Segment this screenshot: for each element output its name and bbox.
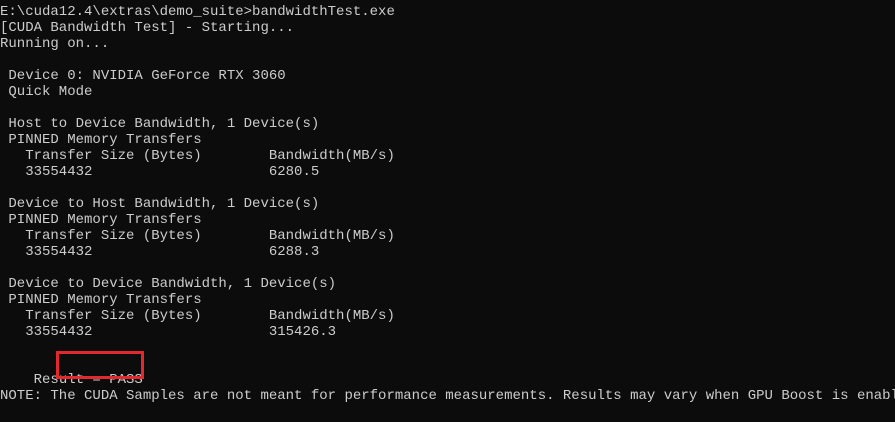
result-highlight-box [56,351,144,379]
table-row: 33554432 6288.3 [0,244,320,260]
running-line: Running on... [0,36,110,52]
note-line: NOTE: The CUDA Samples are not meant for… [0,388,895,404]
starting-line: [CUDA Bandwidth Test] - Starting... [0,20,295,36]
section-subtitle: PINNED Memory Transfers [0,292,202,308]
device-to-device-section: Device to Device Bandwidth, 1 Device(s) … [0,276,895,340]
section-subtitle: PINNED Memory Transfers [0,212,202,228]
command-prompt-line: E:\cuda12.4\extras\demo_suite>bandwidthT… [0,4,395,20]
section-title: Device to Host Bandwidth, 1 Device(s) [0,196,320,212]
result-line-container: Result = PASS [0,351,895,388]
table-header: Transfer Size (Bytes) Bandwidth(MB/s) [0,308,395,324]
host-to-device-section: Host to Device Bandwidth, 1 Device(s) PI… [0,116,895,180]
mode-line: Quick Mode [0,84,93,100]
table-row: 33554432 6280.5 [0,164,320,180]
device-line: Device 0: NVIDIA GeForce RTX 3060 [0,68,286,84]
table-header: Transfer Size (Bytes) Bandwidth(MB/s) [0,228,395,244]
section-subtitle: PINNED Memory Transfers [0,132,202,148]
device-to-host-section: Device to Host Bandwidth, 1 Device(s) PI… [0,196,895,260]
section-title: Host to Device Bandwidth, 1 Device(s) [0,116,320,132]
section-title: Device to Device Bandwidth, 1 Device(s) [0,276,337,292]
table-header: Transfer Size (Bytes) Bandwidth(MB/s) [0,148,395,164]
terminal-window[interactable]: E:\cuda12.4\extras\demo_suite>bandwidthT… [0,0,895,422]
table-row: 33554432 315426.3 [0,324,337,340]
